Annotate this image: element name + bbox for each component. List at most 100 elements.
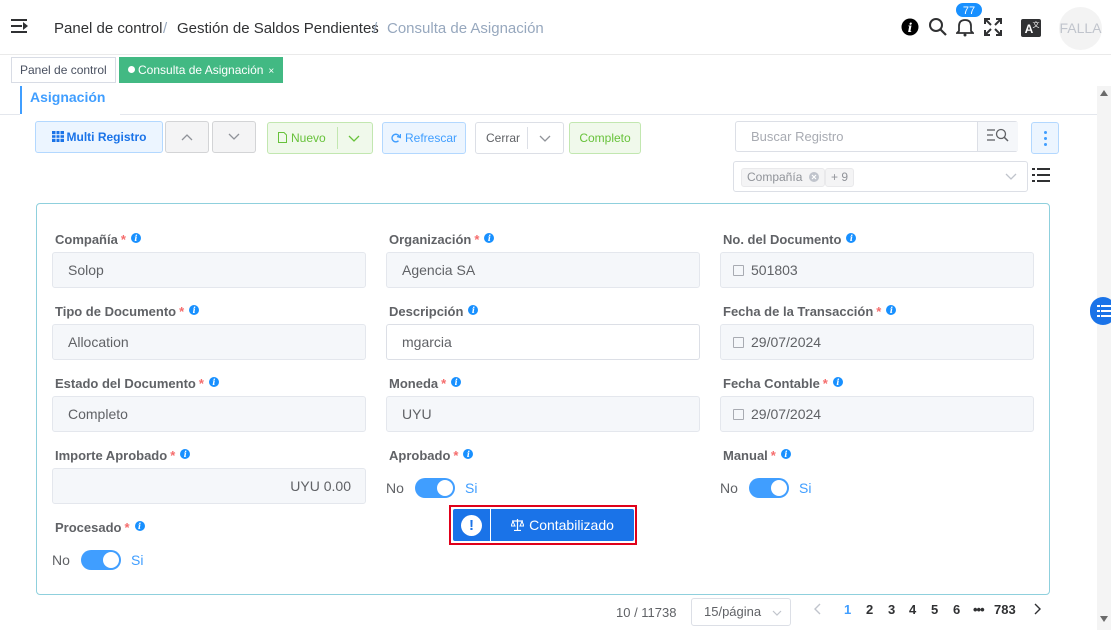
chevron-down-icon [772, 610, 782, 616]
info-icon: i [130, 233, 141, 243]
scroll-down-arrow-icon[interactable] [1100, 616, 1108, 622]
field-label-fecha-contable: Fecha Contable * i [723, 376, 843, 391]
scrollbar[interactable] [1097, 86, 1111, 630]
next-record-button[interactable] [212, 121, 256, 153]
top-navbar: Panel de control / Gestión de Saldos Pen… [0, 0, 1111, 55]
info-icon: i [886, 305, 897, 315]
field-label-manual: Manual * i [723, 448, 791, 463]
info-icon: i [832, 377, 843, 387]
translate-icon[interactable]: A 文 [1021, 19, 1041, 37]
tag-consulta-asignacion[interactable]: Consulta de Asignación × [119, 57, 284, 83]
tab-asignacion[interactable]: Asignación [20, 86, 120, 114]
filter-select[interactable]: Compañía + 9 [733, 161, 1028, 192]
tag-dashboard[interactable]: Panel de control [11, 57, 116, 83]
descripcion-input[interactable]: mgarcia [386, 324, 700, 360]
chevron-down-icon[interactable] [539, 135, 551, 143]
page-1[interactable]: 1 [844, 602, 851, 617]
field-label-estado-documento: Estado del Documento * i [55, 376, 219, 391]
list-icon [1097, 305, 1111, 317]
filter-chip-compania: Compañía [741, 168, 825, 187]
page-last[interactable]: 783 [994, 602, 1016, 617]
bell-icon[interactable] [956, 17, 974, 37]
search-input[interactable] [736, 122, 977, 151]
no-documento-field: 501803 [720, 252, 1034, 288]
nuevo-button[interactable]: Nuevo [267, 122, 373, 154]
info-icon: i [189, 305, 200, 315]
page-2[interactable]: 2 [866, 602, 873, 617]
info-icon[interactable]: i [901, 17, 919, 37]
fecha-transaccion-field: 29/07/2024 [720, 324, 1034, 360]
tab-divider [0, 114, 20, 115]
more-options-button[interactable] [1031, 122, 1059, 154]
list-view-icon[interactable] [1032, 166, 1050, 184]
breadcrumb-dashboard[interactable]: Panel de control [54, 20, 162, 37]
switch-no-label: No [720, 480, 738, 496]
field-label-compania: Compañía * i [55, 232, 141, 247]
svg-text:文: 文 [1033, 20, 1040, 29]
tag-label: Consulta de Asignación [138, 63, 264, 77]
aprobado-switch[interactable] [415, 478, 455, 498]
split-divider [527, 127, 528, 149]
page-size-value: 15/página [704, 604, 762, 619]
record-counter: 10 / 11738 [616, 605, 677, 620]
page-4[interactable]: 4 [909, 602, 916, 617]
exclamation-icon: ! [461, 515, 482, 536]
side-panel-toggle[interactable] [1090, 297, 1111, 325]
search-list-icon [987, 128, 1009, 142]
split-divider [337, 127, 338, 149]
tag-label: Panel de control [20, 63, 107, 77]
completo-button[interactable]: Completo [569, 122, 641, 154]
breadcrumb-separator: / [163, 20, 168, 37]
procesado-switch[interactable] [81, 550, 121, 570]
next-page-icon[interactable] [1033, 603, 1041, 615]
search-icon[interactable] [928, 17, 948, 37]
prev-page-icon[interactable] [814, 603, 822, 615]
manual-switch[interactable] [749, 478, 789, 498]
fullscreen-icon[interactable] [984, 17, 1002, 37]
refresh-icon [391, 133, 402, 143]
switch-si-label: Si [131, 552, 144, 568]
scroll-up-arrow-icon[interactable] [1100, 90, 1108, 96]
previous-record-button[interactable] [165, 121, 209, 153]
chevron-up-icon [181, 134, 193, 141]
chip-close-icon[interactable] [808, 172, 819, 182]
page-ellipsis[interactable]: ••• [973, 602, 985, 617]
close-icon[interactable]: × [268, 66, 274, 77]
tags-view-bar: Panel de control Consulta de Asignación × [0, 56, 1111, 86]
chevron-down-icon[interactable] [348, 135, 360, 143]
avatar[interactable]: FALLA [1059, 7, 1102, 50]
filter-more-chip: + 9 [825, 168, 855, 187]
document-icon [278, 132, 287, 143]
multi-registro-button[interactable]: Multi Registro [35, 121, 163, 153]
refrescar-label: Refrescar [404, 131, 457, 145]
contabilizado-button[interactable]: Contabilizado [491, 509, 634, 541]
process-warning-button[interactable]: ! [453, 509, 490, 541]
page-3[interactable]: 3 [888, 602, 895, 617]
chevron-down-icon [1005, 173, 1017, 180]
breadcrumb-current: Consulta de Asignación [387, 20, 544, 37]
page-6[interactable]: 6 [953, 602, 960, 617]
page-5[interactable]: 5 [931, 602, 938, 617]
info-icon: i [468, 305, 479, 315]
breadcrumb-saldos[interactable]: Gestión de Saldos Pendientes [177, 20, 379, 37]
field-label-descripcion: Descripción i [389, 304, 479, 319]
field-label-moneda: Moneda * i [389, 376, 462, 391]
hamburger-menu-icon[interactable] [11, 18, 29, 34]
page-size-select[interactable]: 15/página [691, 598, 791, 626]
fecha-contable-field: 29/07/2024 [720, 396, 1034, 432]
info-icon: i [451, 377, 462, 387]
field-label-aprobado: Aprobado * i [389, 448, 474, 463]
compania-field: Solop [52, 252, 366, 288]
breadcrumb-separator: / [373, 20, 378, 37]
grid-icon [51, 131, 64, 142]
info-icon: i [846, 233, 857, 243]
info-icon: i [484, 233, 495, 243]
tipo-documento-field: Allocation [52, 324, 366, 360]
organizacion-field: Agencia SA [386, 252, 700, 288]
search-box [735, 121, 1018, 152]
search-button[interactable] [977, 122, 1018, 151]
refrescar-button[interactable]: Refrescar [382, 122, 466, 154]
document-icon [733, 265, 744, 276]
calendar-icon [733, 409, 744, 420]
cerrar-button[interactable]: Cerrar [475, 122, 564, 154]
